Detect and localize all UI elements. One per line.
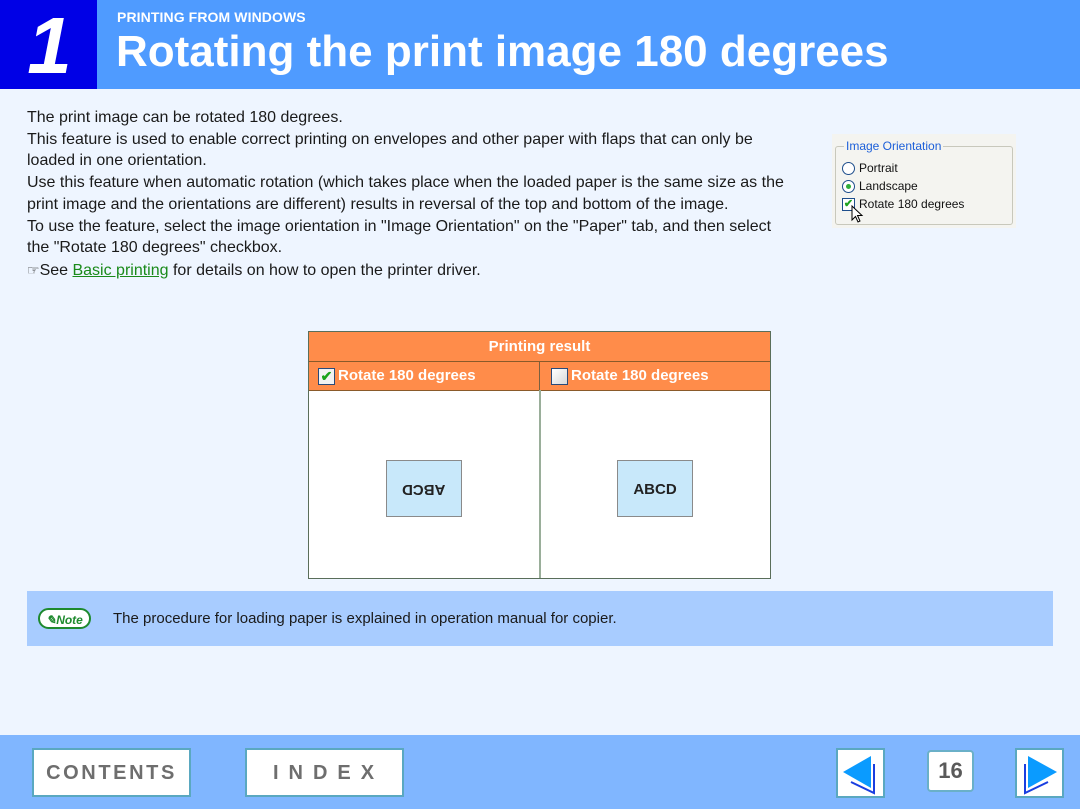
paragraph: The print image can be rotated 180 degre… <box>27 109 343 126</box>
note-box: ✎Note The procedure for loading paper is… <box>27 591 1053 646</box>
checkbox-unchecked-icon <box>551 367 568 385</box>
note-text: The procedure for loading paper is expla… <box>113 610 617 627</box>
arrow-right-icon <box>1024 756 1057 795</box>
contents-button[interactable]: CONTENTS <box>32 748 191 797</box>
page-title: Rotating the print image 180 degrees <box>116 27 889 76</box>
rotated-paper-sample: ABCD <box>386 460 462 517</box>
paragraph: To use the feature, select the image ori… <box>27 217 772 257</box>
column-label: Rotate 180 degrees <box>571 367 709 384</box>
next-page-button[interactable] <box>1015 748 1064 798</box>
image-orientation-screenshot: Image Orientation Portrait Landscape ✔ R… <box>832 134 1016 228</box>
footer-nav: CONTENTS INDEX 16 <box>0 735 1080 809</box>
mouse-cursor-icon <box>851 205 864 223</box>
radio-icon <box>842 161 855 175</box>
see-reference: ☞See Basic printing for details on how t… <box>27 260 797 282</box>
page-header: 1 PRINTING FROM WINDOWS Rotating the pri… <box>0 0 1080 90</box>
sample-text: ABCD <box>402 481 446 498</box>
page-number: 16 <box>927 750 974 792</box>
section-label: PRINTING FROM WINDOWS <box>117 9 306 25</box>
column-label: Rotate 180 degrees <box>338 367 476 384</box>
chapter-badge: 1 <box>0 0 97 90</box>
see-suffix: for details on how to open the printer d… <box>168 261 481 279</box>
column-divider <box>539 390 541 578</box>
option-label: Landscape <box>859 179 918 193</box>
chapter-number: 1 <box>27 1 72 90</box>
paragraph: Use this feature when automatic rotation… <box>27 174 784 213</box>
column-header-unchecked: Rotate 180 degrees <box>540 362 770 391</box>
paragraph: This feature is used to enable correct p… <box>27 130 753 170</box>
previous-page-button[interactable] <box>836 748 885 798</box>
index-button[interactable]: INDEX <box>245 748 404 797</box>
pointing-hand-icon: ☞ <box>27 261 40 278</box>
normal-paper-sample: ABCD <box>617 460 693 517</box>
note-badge-label: Note <box>56 613 83 627</box>
portrait-option[interactable]: Portrait <box>842 161 898 175</box>
note-icon: ✎Note <box>38 608 91 629</box>
column-header-checked: ✔ Rotate 180 degrees <box>309 362 540 391</box>
option-label: Portrait <box>859 161 898 175</box>
landscape-option[interactable]: Landscape <box>842 179 918 193</box>
option-label: Rotate 180 degrees <box>859 197 965 211</box>
table-title: Printing result <box>309 332 770 362</box>
body-text: The print image can be rotated 180 degre… <box>27 107 797 282</box>
basic-printing-link[interactable]: Basic printing <box>72 262 168 279</box>
radio-selected-icon <box>842 179 855 193</box>
sample-text: ABCD <box>633 481 677 498</box>
checkbox-checked-icon: ✔ <box>318 367 335 385</box>
see-prefix: See <box>39 261 73 279</box>
group-legend: Image Orientation <box>844 139 944 153</box>
arrow-left-icon <box>843 756 875 795</box>
printing-result-table: Printing result ✔ Rotate 180 degrees Rot… <box>308 331 771 579</box>
